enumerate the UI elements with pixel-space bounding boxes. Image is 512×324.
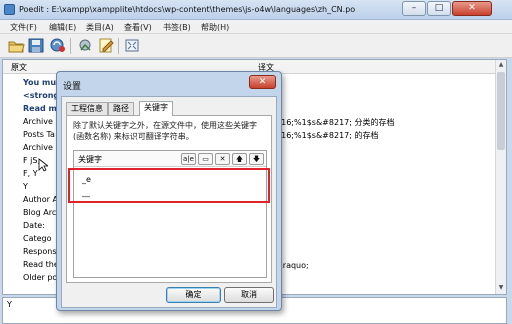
save-icon[interactable] <box>27 37 45 54</box>
edit-keyword-icon[interactable]: a|e <box>181 153 196 165</box>
move-up-icon[interactable]: 🡅 <box>232 153 247 165</box>
edit-comment-icon[interactable] <box>97 37 115 54</box>
keywords-label: 关键字 <box>78 155 102 164</box>
row-source-text: Read the <box>23 260 59 269</box>
minimize-button[interactable]: – <box>402 1 426 16</box>
keyword-item[interactable]: _e <box>82 175 91 184</box>
fullscreen-icon[interactable] <box>123 37 141 54</box>
toolbar <box>0 34 512 58</box>
mouse-cursor-icon <box>38 158 50 172</box>
close-button[interactable]: ✕ <box>452 1 492 16</box>
dialog-body: 工程信息 路径 关键字 除了默认关键字之外，在源文件中，使用这些关键字 (函数名… <box>61 96 277 308</box>
cancel-button[interactable]: 取消 <box>224 287 274 303</box>
keywords-tab-page: 除了默认关键字之外，在源文件中，使用这些关键字 (函数名称) 来标识可翻译字符串… <box>66 115 272 283</box>
row-source-text: Y <box>23 182 28 191</box>
keyword-item[interactable]: __ <box>82 188 90 197</box>
row-source-text: Read m <box>23 104 57 113</box>
row-source-text: Date: <box>23 221 45 230</box>
column-source-header[interactable]: 原文 <box>11 62 27 73</box>
move-down-icon[interactable]: 🡇 <box>249 153 264 165</box>
row-source-text: Respons <box>23 247 57 256</box>
menu-bookmarks[interactable]: 书签(B) <box>163 22 191 33</box>
menu-catalog[interactable]: 类目(A) <box>86 22 114 33</box>
dialog-close-button[interactable]: ✕ <box>249 75 276 89</box>
update-catalog-icon[interactable] <box>49 37 67 54</box>
row-source-text: F, Y <box>23 169 38 178</box>
row-source-text: Author A <box>23 195 58 204</box>
open-folder-icon[interactable] <box>7 37 25 54</box>
source-text: Y <box>7 300 12 309</box>
row-source-text: Catego <box>23 234 52 243</box>
row-source-text: Blog Arc <box>23 208 57 217</box>
title-bar: Poedit : E:\xampp\xampplite\htdocs\wp-co… <box>0 0 512 20</box>
menu-edit[interactable]: 编辑(E) <box>49 22 76 33</box>
vertical-scrollbar[interactable]: ▲ ▼ <box>495 60 506 294</box>
settings-dialog: 设置 ✕ 工程信息 路径 关键字 除了默认关键字之外，在源文件中，使用这些关键字… <box>56 71 282 311</box>
validate-icon[interactable] <box>77 37 95 54</box>
row-source-text: Posts Ta <box>23 130 55 139</box>
toolbar-separator <box>118 38 119 54</box>
dialog-title: 设置 <box>63 82 82 92</box>
toolbar-separator <box>70 38 71 54</box>
scroll-thumb[interactable] <box>497 72 505 150</box>
row-source-text: <strong <box>23 91 60 100</box>
maximize-button[interactable]: □ <box>427 1 451 16</box>
menu-view[interactable]: 查看(V) <box>124 22 152 33</box>
menu-bar: 文件(F) 编辑(E) 类目(A) 查看(V) 书签(B) 帮助(H) <box>0 20 512 34</box>
ok-button[interactable]: 确定 <box>166 287 221 303</box>
window-title: Poedit : E:\xampp\xampplite\htdocs\wp-co… <box>19 5 356 14</box>
tab-keywords[interactable]: 关键字 <box>139 101 173 116</box>
row-source-text: Older po <box>23 273 58 282</box>
new-keyword-icon[interactable]: ▭ <box>198 153 213 165</box>
keywords-list-header: 关键字 a|e ▭ ✕ 🡅 🡇 <box>74 151 266 167</box>
tab-project-info[interactable]: 工程信息 <box>66 102 108 115</box>
row-source-text: You mu <box>23 78 57 87</box>
keywords-list[interactable]: 关键字 a|e ▭ ✕ 🡅 🡇 _e __ <box>73 150 267 278</box>
menu-help[interactable]: 帮助(H) <box>201 22 229 33</box>
scroll-down-icon[interactable]: ▼ <box>497 284 505 291</box>
keywords-description: 除了默认关键字之外，在源文件中，使用这些关键字 (函数名称) 来标识可翻译字符串… <box>73 121 257 141</box>
scroll-up-icon[interactable]: ▲ <box>497 61 505 68</box>
delete-keyword-icon[interactable]: ✕ <box>215 153 230 165</box>
row-source-text: Archive <box>23 143 53 152</box>
tab-paths[interactable]: 路径 <box>108 102 134 115</box>
row-source-text: Archive <box>23 117 53 126</box>
menu-file[interactable]: 文件(F) <box>10 22 37 33</box>
poedit-app-icon <box>4 4 15 15</box>
